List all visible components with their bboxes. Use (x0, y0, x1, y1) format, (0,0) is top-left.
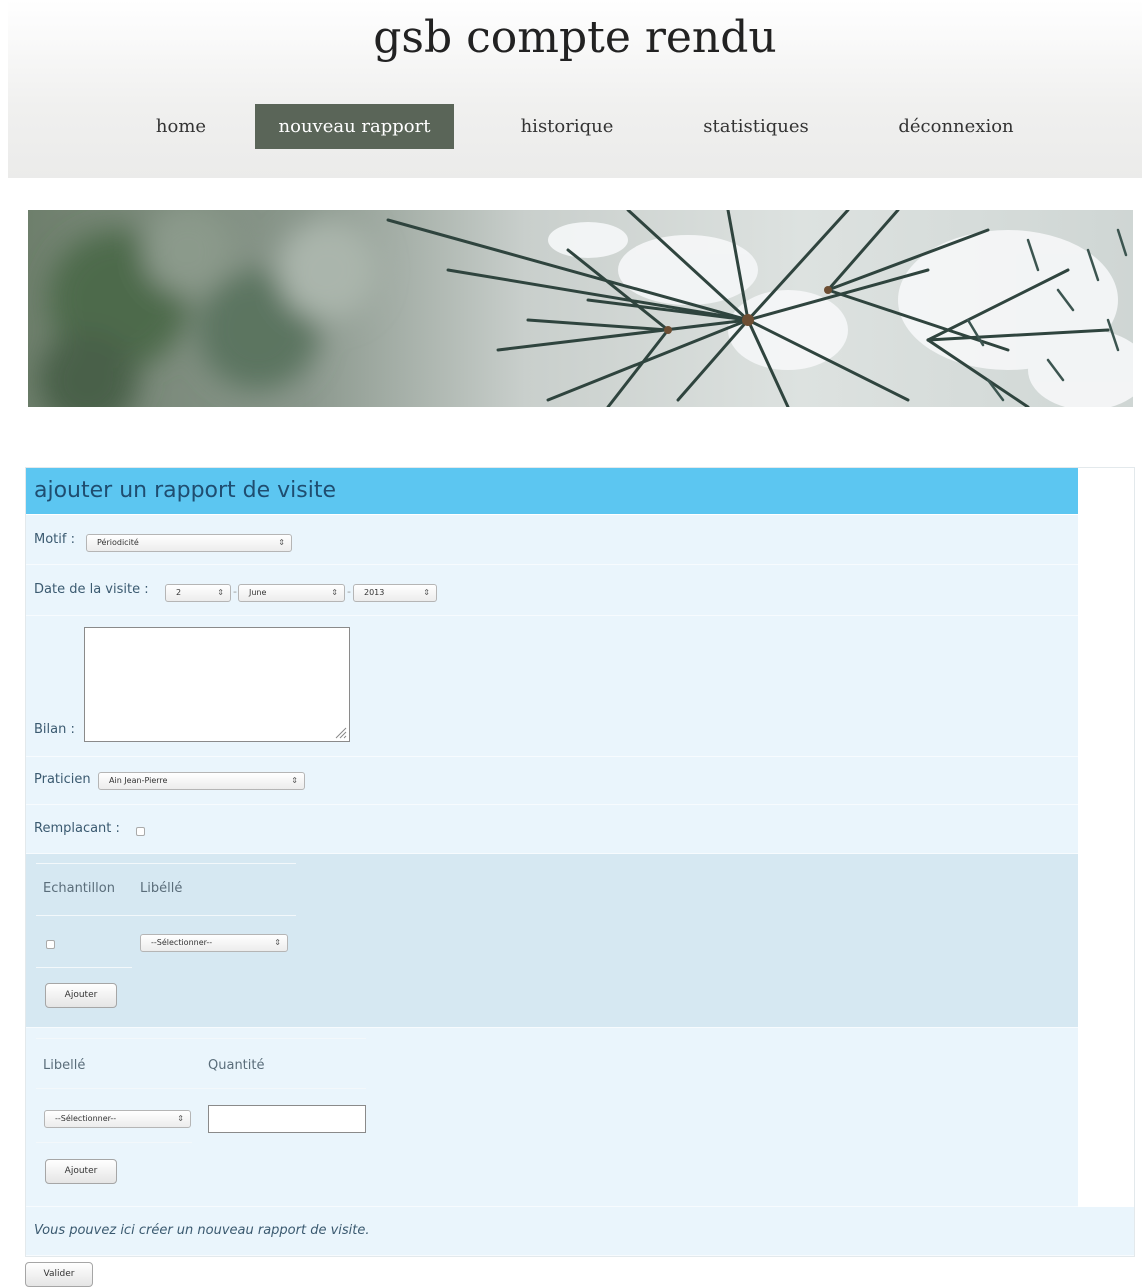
site-title: gsb compte rendu (373, 12, 777, 63)
echantillon-libelle-select[interactable]: --Sélectionner-- ⇕ (140, 934, 288, 952)
date-label: Date de la visite : (34, 582, 149, 597)
motif-select-value: Périodicité (97, 538, 139, 547)
select-arrows-icon: ⇕ (217, 588, 224, 597)
nav-statistiques[interactable]: statistiques (686, 104, 826, 149)
nav-deconnexion[interactable]: déconnexion (880, 104, 1032, 149)
bilan-label: Bilan : (34, 722, 75, 737)
echantillon-select-value: --Sélectionner-- (151, 938, 213, 947)
remplacant-label: Remplacant : (34, 821, 120, 836)
date-month-select[interactable]: June ⇕ (238, 584, 345, 602)
produit-select-value: --Sélectionner-- (55, 1114, 117, 1123)
table-rule (36, 967, 132, 968)
select-arrows-icon: ⇕ (278, 538, 285, 547)
main-nav: home nouveau rapport historique statisti… (8, 104, 1142, 149)
table-rule (36, 1038, 366, 1039)
libelle-col-header: Libéllé (140, 881, 183, 896)
site-header: gsb compte rendu home nouveau rapport hi… (8, 0, 1142, 178)
praticien-select-value: Ain Jean-Pierre (109, 776, 168, 785)
date-row: Date de la visite : 2 ⇕ - June ⇕ - 2013 … (26, 565, 1078, 616)
form-help-text: Vous pouvez ici créer un nouveau rapport… (34, 1223, 370, 1238)
date-day-value: 2 (176, 588, 182, 597)
motif-select[interactable]: Périodicité ⇕ (86, 534, 292, 552)
nav-historique[interactable]: historique (502, 104, 632, 149)
motif-label: Motif : (34, 532, 75, 547)
select-arrows-icon: ⇕ (423, 588, 430, 597)
table-rule (36, 863, 296, 864)
select-arrows-icon: ⇕ (177, 1114, 184, 1123)
nav-nouveau-rapport[interactable]: nouveau rapport (255, 104, 454, 149)
select-arrows-icon: ⇕ (331, 588, 338, 597)
produit-section: Libellé Quantité --Sélectionner-- ⇕ Ajou… (26, 1028, 1078, 1207)
echantillon-checkbox[interactable] (46, 940, 55, 949)
form-header: ajouter un rapport de visite (26, 468, 1078, 514)
banner-image (28, 210, 1133, 407)
resize-grip-icon[interactable] (335, 727, 347, 739)
remplacant-checkbox[interactable] (136, 827, 145, 836)
bilan-row: Bilan : (26, 616, 1078, 757)
date-separator: - (347, 585, 351, 598)
praticien-label: Praticien (34, 772, 91, 787)
remplacant-row: Remplacant : (26, 805, 1078, 854)
praticien-select[interactable]: Ain Jean-Pierre ⇕ (98, 772, 305, 790)
quantite-input[interactable] (208, 1105, 366, 1133)
select-arrows-icon: ⇕ (291, 776, 298, 785)
date-month-value: June (249, 588, 267, 597)
date-separator: - (233, 585, 237, 598)
add-produit-button[interactable]: Ajouter (45, 1159, 117, 1184)
nav-home[interactable]: home (126, 104, 236, 149)
add-echantillon-button[interactable]: Ajouter (45, 983, 117, 1008)
select-arrows-icon: ⇕ (274, 938, 281, 947)
pine-branch-image (28, 210, 1133, 407)
motif-row: Motif : Périodicité ⇕ (26, 515, 1078, 565)
bilan-textarea[interactable] (84, 627, 350, 742)
form-title: ajouter un rapport de visite (34, 478, 337, 503)
table-rule (36, 915, 296, 916)
echantillon-col-header: Echantillon (43, 881, 115, 896)
produit-libelle-select[interactable]: --Sélectionner-- ⇕ (44, 1110, 191, 1128)
form-footer: Vous pouvez ici créer un nouveau rapport… (26, 1207, 1134, 1256)
submit-button[interactable]: Valider (25, 1262, 93, 1287)
echantillon-section: Echantillon Libéllé --Sélectionner-- ⇕ A… (26, 854, 1078, 1028)
table-rule (36, 1142, 192, 1143)
report-form: ajouter un rapport de visite Motif : Pér… (25, 467, 1135, 1257)
produit-libelle-col-header: Libellé (43, 1058, 86, 1073)
date-year-select[interactable]: 2013 ⇕ (353, 584, 437, 602)
quantite-col-header: Quantité (208, 1058, 265, 1073)
date-year-value: 2013 (364, 588, 385, 597)
date-day-select[interactable]: 2 ⇕ (165, 584, 231, 602)
praticien-row: Praticien Ain Jean-Pierre ⇕ (26, 757, 1078, 805)
table-rule (36, 1088, 366, 1089)
